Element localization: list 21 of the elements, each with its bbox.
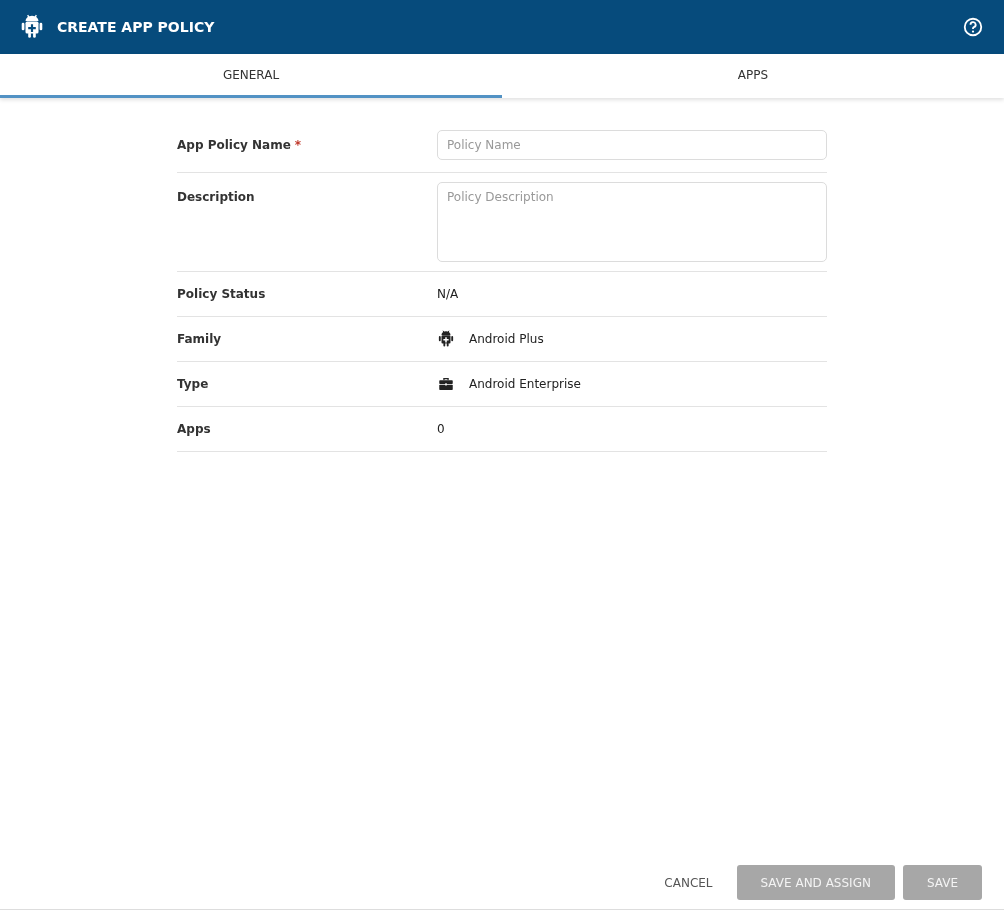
field-label: Description <box>177 190 255 204</box>
input-field[interactable]: Policy Name <box>437 130 827 160</box>
field-label: Policy Status <box>177 287 266 301</box>
input-field[interactable]: Policy Description <box>437 182 827 262</box>
field-label: Apps <box>177 422 211 436</box>
field-value: N/A <box>437 287 459 301</box>
field-label: App Policy Name <box>177 138 291 152</box>
field-value: Android Enterprise <box>469 377 581 391</box>
field-value: 0 <box>437 422 445 436</box>
required-marker: * <box>294 138 302 152</box>
help-icon[interactable] <box>962 16 984 38</box>
field-label: Type <box>177 377 209 391</box>
android-icon <box>437 330 455 348</box>
android-icon <box>19 14 45 40</box>
tab[interactable]: APPS <box>502 54 1004 98</box>
briefcase-icon <box>437 375 455 393</box>
window-title: CREATE APP POLICY <box>57 19 216 35</box>
cancel-button[interactable]: CANCEL <box>648 865 729 900</box>
field-value: Android Plus <box>469 332 544 346</box>
field-label: Family <box>177 332 222 346</box>
tab[interactable]: GENERAL <box>0 54 502 98</box>
